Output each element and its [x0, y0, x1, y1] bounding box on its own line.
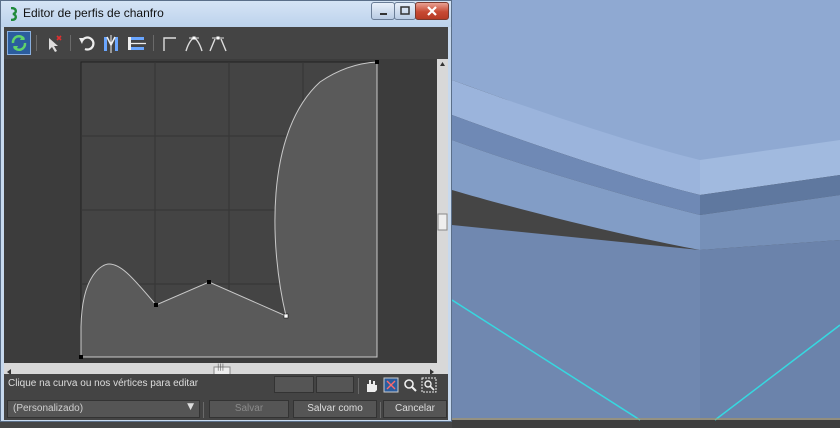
- zoom-icon[interactable]: [404, 379, 417, 392]
- bezier-corner-icon: [209, 36, 227, 52]
- app-icon: [10, 7, 17, 21]
- minimize-icon: [380, 13, 387, 15]
- zoom-extents-icon[interactable]: [383, 377, 399, 393]
- cancel-button[interactable]: Cancelar: [383, 400, 447, 418]
- vertical-scrollbar[interactable]: [437, 59, 448, 387]
- refresh-button[interactable]: [7, 31, 31, 55]
- vertex-handle[interactable]: [375, 60, 379, 64]
- undo-icon: [79, 36, 95, 51]
- bezier-corner-button[interactable]: [207, 31, 229, 55]
- flip-icon: [128, 37, 146, 50]
- preset-value: (Personalizado): [13, 403, 84, 414]
- toolbar-separator: [36, 35, 37, 51]
- close-button[interactable]: [415, 2, 449, 20]
- profile-curve-canvas[interactable]: [4, 59, 437, 387]
- bottom-separator: [203, 402, 204, 418]
- title-bar[interactable]: Editor de perfis de chanfro: [1, 1, 451, 27]
- toolbar-separator: [153, 35, 154, 51]
- minimize-button[interactable]: [371, 2, 395, 20]
- status-hint: Clique na curva ou nos vértices para edi…: [8, 378, 199, 389]
- flip-button[interactable]: [125, 31, 147, 55]
- editor-body: ||| Clique na curva ou nos vértices para…: [4, 27, 448, 420]
- refresh-icon: [11, 35, 27, 51]
- vertical-scroll-thumb[interactable]: [437, 213, 448, 231]
- toolbar-separator: [70, 35, 71, 51]
- window-title: Editor de perfis de chanfro: [23, 6, 164, 20]
- mirror-icon: [104, 35, 118, 53]
- delete-point-button[interactable]: [42, 31, 64, 55]
- toolbar: [4, 27, 448, 60]
- select-delete-icon: [49, 35, 62, 52]
- bottom-separator: [380, 402, 381, 418]
- vertex-handle-selected[interactable]: [283, 313, 289, 319]
- chamfer-profile-editor-dialog: Editor de perfis de chanfro ||| Clique n…: [0, 0, 452, 422]
- viewport-floor: [452, 420, 840, 428]
- model-front-face: [452, 225, 700, 420]
- view-tools: [367, 377, 437, 393]
- model-side-face: [700, 240, 840, 420]
- save-as-button[interactable]: Salvar como: [293, 400, 377, 418]
- zoom-region-icon[interactable]: [421, 377, 437, 393]
- vertex-handle[interactable]: [79, 355, 83, 359]
- status-bar: Clique na curva ou nos vértices para edi…: [4, 374, 448, 396]
- maximize-icon: [400, 6, 410, 15]
- x-coordinate-field[interactable]: [274, 376, 314, 393]
- scroll-up-icon[interactable]: [440, 62, 445, 66]
- vertex-handle[interactable]: [154, 303, 158, 307]
- vertex-handle[interactable]: [207, 280, 211, 284]
- mirror-button[interactable]: [100, 31, 122, 55]
- status-separator: [358, 378, 359, 394]
- corner-point-button[interactable]: [159, 31, 181, 55]
- preset-dropdown[interactable]: (Personalizado) ▼: [7, 400, 200, 418]
- bottom-bar: (Personalizado) ▼ Salvar Salvar como Can…: [4, 398, 448, 420]
- maximize-button[interactable]: [394, 2, 416, 20]
- undo-button[interactable]: [76, 31, 98, 55]
- bezier-smooth-button[interactable]: [183, 31, 205, 55]
- save-button[interactable]: Salvar: [209, 400, 289, 418]
- corner-point-icon: [163, 37, 176, 51]
- y-coordinate-field[interactable]: [316, 376, 354, 393]
- chevron-down-icon: ▼: [187, 402, 194, 412]
- pan-icon[interactable]: [367, 380, 377, 392]
- close-icon: [427, 6, 437, 16]
- bezier-smooth-icon: [185, 36, 203, 52]
- scroll-thumb-grip: |||: [217, 363, 225, 371]
